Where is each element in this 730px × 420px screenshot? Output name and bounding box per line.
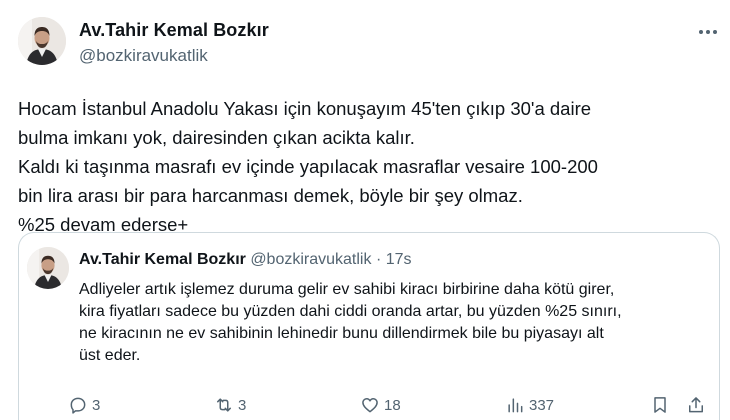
author-handle[interactable]: @bozkiravukatlik — [79, 46, 208, 66]
views-icon — [508, 398, 523, 413]
retweet-count: 3 — [238, 396, 247, 414]
action-bar: 3 3 18 337 — [0, 392, 730, 420]
avatar[interactable] — [18, 17, 66, 65]
avatar-image — [27, 247, 69, 289]
bookmark-icon — [654, 397, 666, 413]
retweet-button[interactable]: 3 — [214, 392, 246, 418]
separator-dot: · — [375, 251, 382, 268]
quoted-text-line: üst eder. — [79, 347, 141, 364]
tweet-text-line: bulma imkanı yok, dairesinden çıkan acik… — [18, 127, 415, 148]
bookmark-button[interactable] — [650, 392, 670, 418]
more-horizontal-icon — [699, 30, 717, 34]
quoted-author-handle[interactable]: @bozkiravukatlik — [250, 251, 371, 268]
tweet: Av.Tahir Kemal Bozkır @bozkiravukatlik H… — [0, 0, 730, 235]
more-button[interactable] — [696, 22, 720, 42]
quoted-header: Av.Tahir Kemal Bozkır @bozkiravukatlik ·… — [79, 251, 412, 269]
views-button[interactable]: 337 — [505, 392, 554, 418]
quoted-text-line: Adliyeler artık işlemez duruma gelir ev … — [79, 281, 615, 298]
like-count: 18 — [384, 396, 401, 414]
heart-icon — [362, 398, 378, 413]
quoted-text-line: ne kiracının ne ev sahibinin lehinedir b… — [79, 325, 604, 342]
reply-count: 3 — [92, 396, 101, 414]
author-name[interactable]: Av.Tahir Kemal Bozkır — [79, 20, 269, 41]
quoted-avatar[interactable] — [27, 247, 69, 289]
quoted-author-name[interactable]: Av.Tahir Kemal Bozkır — [79, 251, 246, 268]
tweet-text-line: bin lira arası bir para harcanması demek… — [18, 185, 523, 206]
avatar-image — [18, 17, 66, 65]
share-button[interactable] — [686, 392, 706, 418]
views-count: 337 — [529, 396, 555, 414]
reply-icon — [70, 397, 86, 414]
reply-button[interactable]: 3 — [68, 392, 100, 418]
quoted-timestamp[interactable]: 17s — [386, 251, 412, 268]
tweet-text-line: Kaldı ki taşınma masrafı ev içinde yapıl… — [18, 156, 598, 177]
share-icon — [689, 397, 703, 413]
tweet-text-line: Hocam İstanbul Anadolu Yakası için konuş… — [18, 98, 592, 119]
retweet-icon — [217, 398, 231, 412]
tweet-text: Hocam İstanbul Anadolu Yakası için konuş… — [18, 94, 718, 239]
like-button[interactable]: 18 — [360, 392, 401, 418]
quoted-text: Adliyeler artık işlemez duruma gelir ev … — [79, 279, 719, 367]
quoted-text-line: kira fiyatları sadece bu yüzden dahi cid… — [79, 303, 622, 320]
